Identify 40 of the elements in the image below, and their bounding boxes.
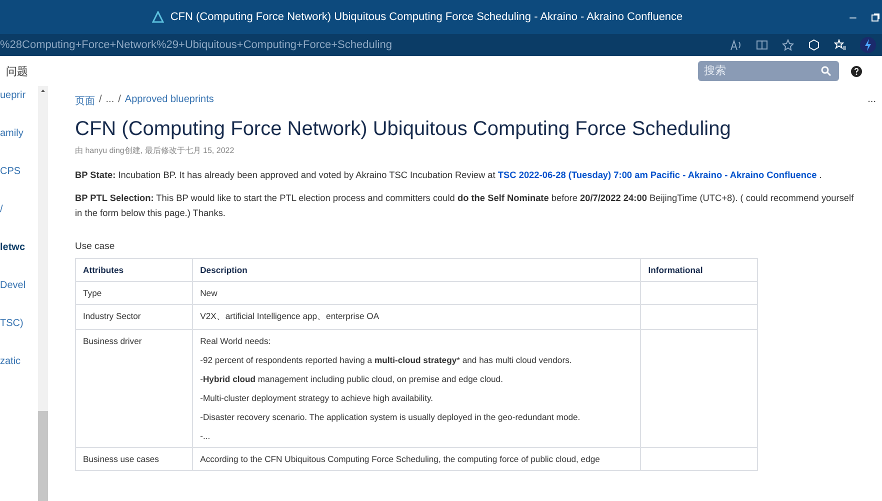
table-cell-text: -Disaster recovery scenario. The application system is usually deployed in the geo-redundant mode. (200, 412, 582, 422)
minimize-button[interactable]: – (835, 10, 871, 24)
sidebar-item[interactable]: letwc (0, 242, 38, 280)
table-cell: Business driver (76, 330, 193, 448)
breadcrumb-link[interactable]: Approved blueprints (124, 94, 214, 108)
search-field[interactable]: 搜索 (698, 61, 839, 81)
table-cell-text: V2X、artificial Intelligence app、enterprise OA (200, 311, 380, 323)
column-header: Description (192, 258, 641, 282)
sidebar-item[interactable]: CPS (0, 166, 38, 204)
table-caption: Use case (75, 241, 116, 252)
column-header: Attributes (76, 258, 193, 282)
breadcrumb-link[interactable]: ... (106, 94, 114, 108)
sidebar-item[interactable]: zatic (0, 356, 38, 394)
table-cell: Business use cases (76, 448, 193, 470)
sidebar-item[interactable]: amily (0, 128, 38, 166)
page-byline: 由 hanyu ding创建, 最后修改于七月 15, 2022 (75, 145, 236, 156)
table-cell-text: -Multi-cluster deployment strategy to achieve high availability. (200, 393, 434, 403)
table-cell-text: New (200, 288, 218, 298)
table-cell-text: Real World needs: (200, 336, 272, 346)
more-actions-button[interactable]: ... (868, 94, 876, 105)
paragraph: BP State: Incubation BP. It has already been approved and voted by Akraino TSC Incubation Review at TSC 2022-06-28 (Tuesday) 7:00 am Pacific - Akraino - Akraino Confluence . (75, 169, 823, 182)
paragraph: BP PTL Selection: This BP would like to start the PTL election process and committers could do the Self Nominate before 20/7/2022 24:00 BeijingTime (UTC+8). ( could recommend yourself in the form below this page.) Thanks. (75, 192, 855, 220)
table-cell-text: -Hybrid cloud management including public cloud, on premise and edge cloud. (200, 374, 504, 384)
table-cell-text: According to the CFN Ubiquitous Computing Force Scheduling, the computing force of public cloud, edge (200, 454, 601, 464)
table-cell: Type (76, 282, 193, 304)
page-title: CFN (Computing Force Network) Ubiquitous Computing Force Scheduling (75, 118, 732, 141)
breadcrumb-link[interactable]: 页面 (75, 94, 95, 108)
table-cell: Industry Sector (76, 304, 193, 330)
sidebar-item[interactable]: ueprir (0, 90, 38, 128)
menu-item[interactable]: 问题 (6, 64, 28, 78)
window-title: CFN (Computing Force Network) Ubiquitous Computing Force Scheduling - Akraino - Akraino Confluence (170, 11, 683, 23)
breadcrumb-separator: / (118, 94, 121, 107)
sidebar-item[interactable]: TSC) (0, 318, 38, 356)
breadcrumb-separator: / (99, 94, 102, 107)
sidebar-item[interactable]: / (0, 204, 38, 242)
table-cell-text: -... (200, 431, 212, 441)
table-cell-text: -92 percent of respondents reported having a multi-cloud strategy* and has multi cloud vendors. (200, 355, 573, 365)
sidebar-item[interactable]: Devel (0, 280, 38, 318)
confluence-link[interactable]: TSC 2022-06-28 (Tuesday) 7:00 am Pacific - Akraino - Akraino Confluence (498, 170, 817, 180)
column-header: Informational (640, 258, 758, 282)
